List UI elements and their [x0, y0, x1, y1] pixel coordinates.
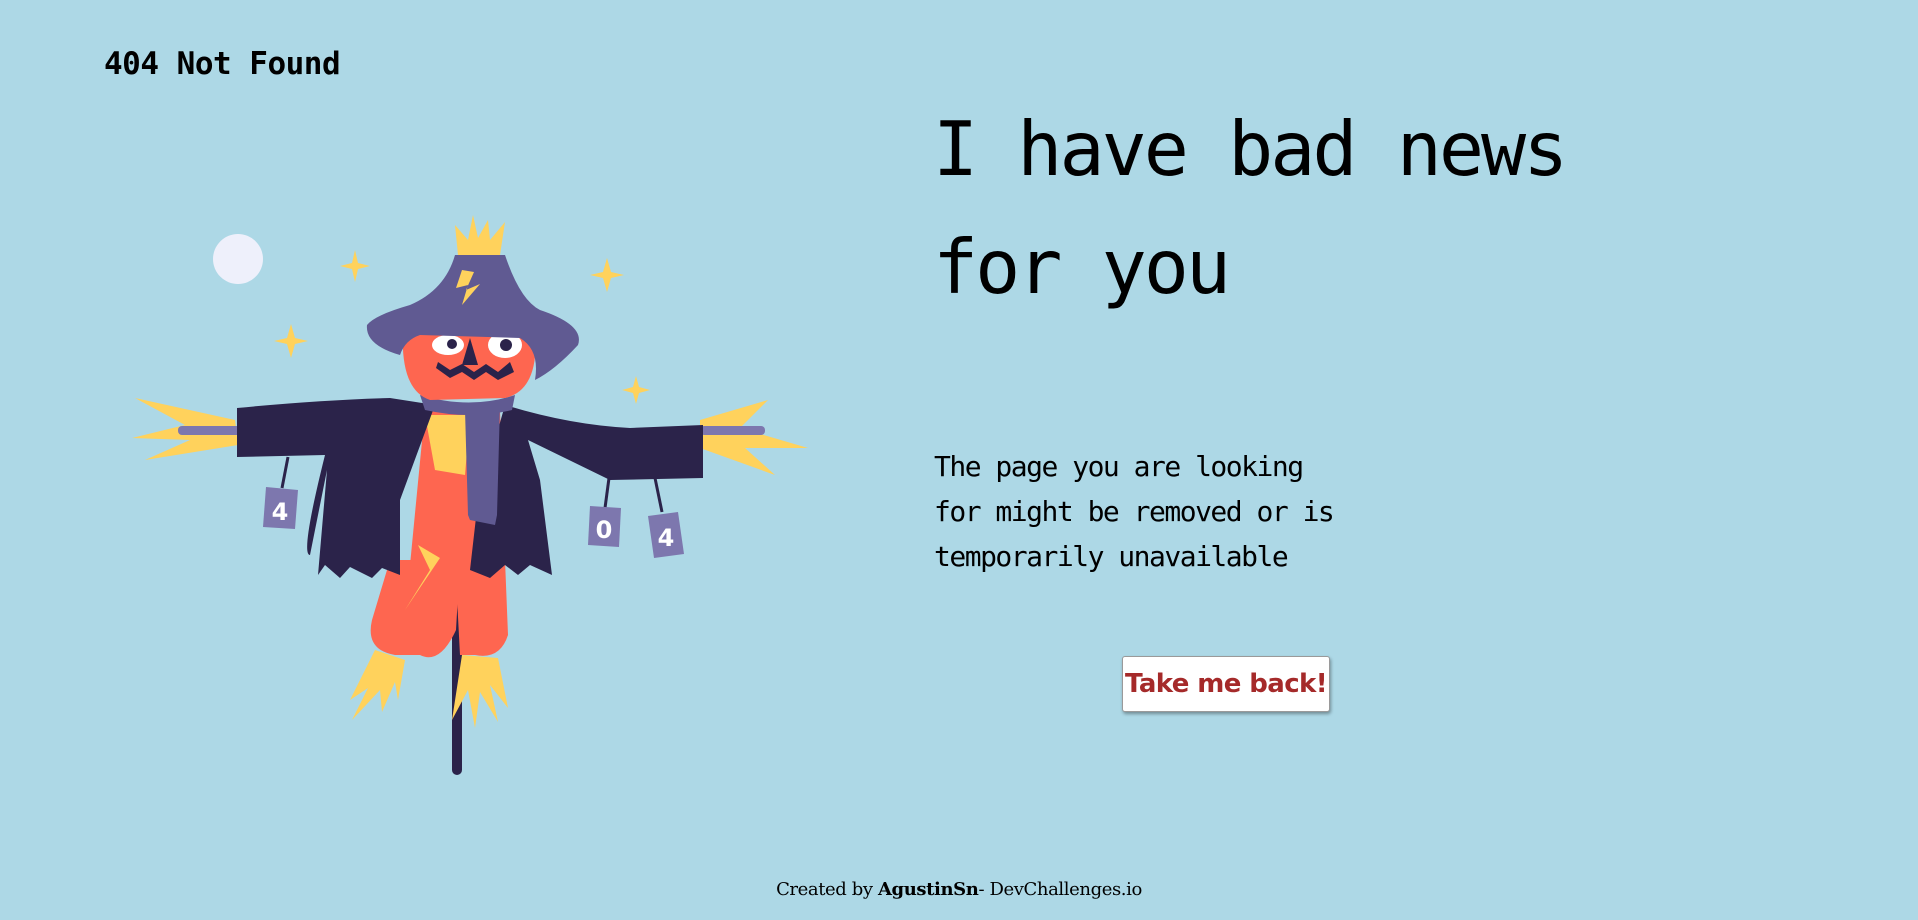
footer-suffix: - DevChallenges.io: [978, 879, 1142, 900]
sparkle-icon: [622, 376, 650, 404]
message-line-3: temporarily unavailable: [934, 540, 1289, 573]
can-label: 4: [272, 498, 289, 526]
take-me-back-button[interactable]: Take me back!: [1122, 656, 1330, 712]
scarecrow-leg-left: [370, 560, 460, 658]
footer-author: AgustinSn: [877, 879, 979, 900]
moon-icon: [213, 234, 263, 284]
can-label: 0: [596, 516, 613, 544]
arm-straw-right: [700, 400, 808, 475]
page-headline: I have bad news for you: [933, 90, 1833, 326]
sparkle-icon: [340, 250, 370, 282]
headline-line-1: I have bad news: [933, 105, 1568, 193]
error-message: The page you are looking for might be rem…: [934, 444, 1454, 579]
arm-stick-left: [178, 426, 243, 435]
headline-line-2: for you: [933, 223, 1231, 311]
arm-stick-right: [700, 426, 765, 435]
message-line-2: for might be removed or is: [934, 495, 1335, 528]
footer-prefix: Created by: [776, 879, 878, 900]
straw-foot-left: [350, 650, 405, 720]
can-label: 4: [658, 524, 675, 552]
hat-straw: [455, 215, 505, 255]
sparkle-icon: [590, 258, 624, 292]
site-title: 404 Not Found: [104, 46, 341, 82]
sparkle-icon: [274, 324, 308, 358]
footer-credit: Created by AgustinSn- DevChallenges.io: [0, 879, 1918, 900]
scarecrow-illustration: 4 0 4: [132, 215, 808, 775]
scarf: [465, 405, 500, 525]
message-line-1: The page you are looking: [934, 450, 1304, 483]
